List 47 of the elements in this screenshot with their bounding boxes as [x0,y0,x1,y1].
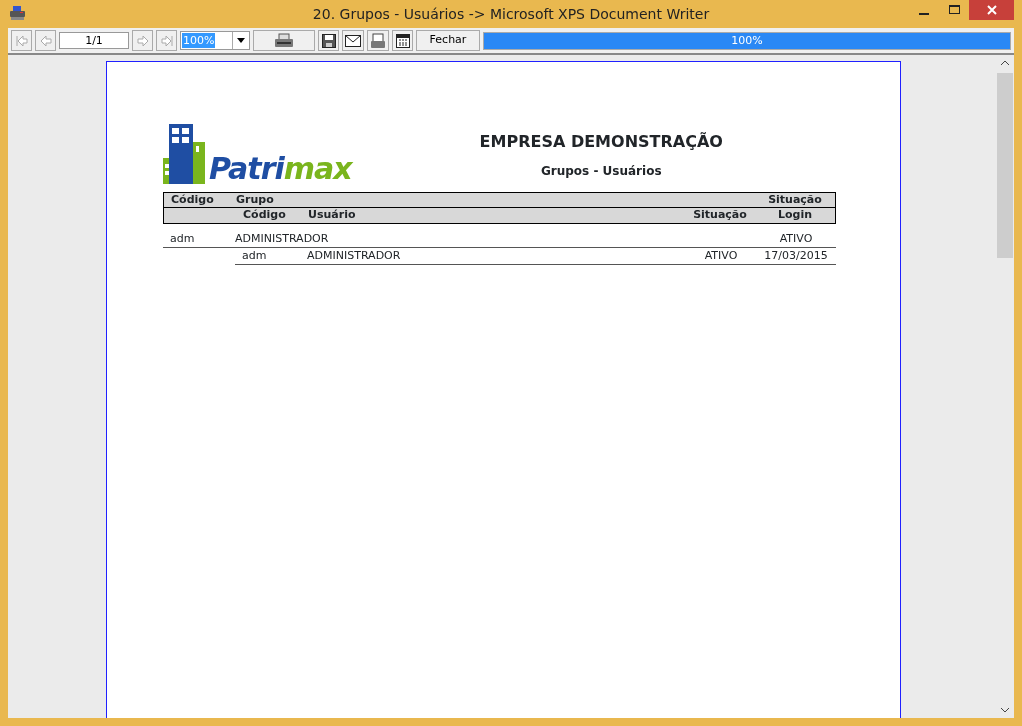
column-header: Código [170,191,215,208]
table-cell-text: adm [169,230,196,247]
report-title: Grupos - Usuários [540,163,662,180]
previous-page-button[interactable] [35,30,56,51]
last-page-button[interactable] [156,30,177,51]
table-cell-text: adm [241,247,268,264]
company-name: EMPRESA DEMONSTRAÇÃO [479,131,723,153]
maximize-icon [948,5,960,15]
column-header: Código [242,207,287,224]
minimize-icon [919,13,929,15]
last-page-icon [159,33,174,48]
table-cell-text: ATIVO [703,247,739,264]
scroll-down-icon[interactable] [1001,707,1009,713]
printer-icon [274,32,294,49]
floppy-disk-button[interactable] [318,30,339,51]
column-header: Usuário [308,207,357,224]
progress-reading: 100% [730,32,764,49]
printer-setup-button[interactable] [367,30,389,51]
calculator-button[interactable] [392,30,413,51]
logo-text: Patrimax [209,154,352,184]
next-page-button[interactable] [132,30,153,51]
scrollbar-thumb[interactable] [997,73,1013,258]
close-icon [986,5,997,15]
column-header: Situação [692,207,748,224]
table-cell-text: ADMINISTRADOR [235,230,330,247]
table-cell-text: ADMINISTRADOR [307,247,402,264]
envelope-button[interactable] [342,30,364,51]
table-cell-text: ATIVO [778,230,814,247]
table-cell-text: 17/03/2015 [763,247,829,264]
first-page-icon [14,33,29,48]
close-button[interactable] [969,0,1014,20]
column-header: Grupo [236,191,275,208]
column-header: Situação [767,191,823,208]
printer-icon[interactable] [9,6,26,20]
column-header: Login [776,207,813,224]
next-page-icon [135,33,150,48]
envelope-icon [345,34,361,47]
page-field[interactable]: 1/1 [59,32,129,49]
scroll-up-icon[interactable] [1001,60,1009,66]
printer-setup-icon [370,32,386,49]
first-page-button[interactable] [11,30,32,51]
previous-page-icon [38,33,53,48]
close-report-button[interactable]: Fechar [416,30,480,51]
caret-icon [237,38,245,43]
window-title: 20. Grupos - Usuários -> Microsoft XPS Document Writer [312,4,710,24]
calculator-icon [395,33,410,48]
printer-button[interactable] [253,30,315,51]
